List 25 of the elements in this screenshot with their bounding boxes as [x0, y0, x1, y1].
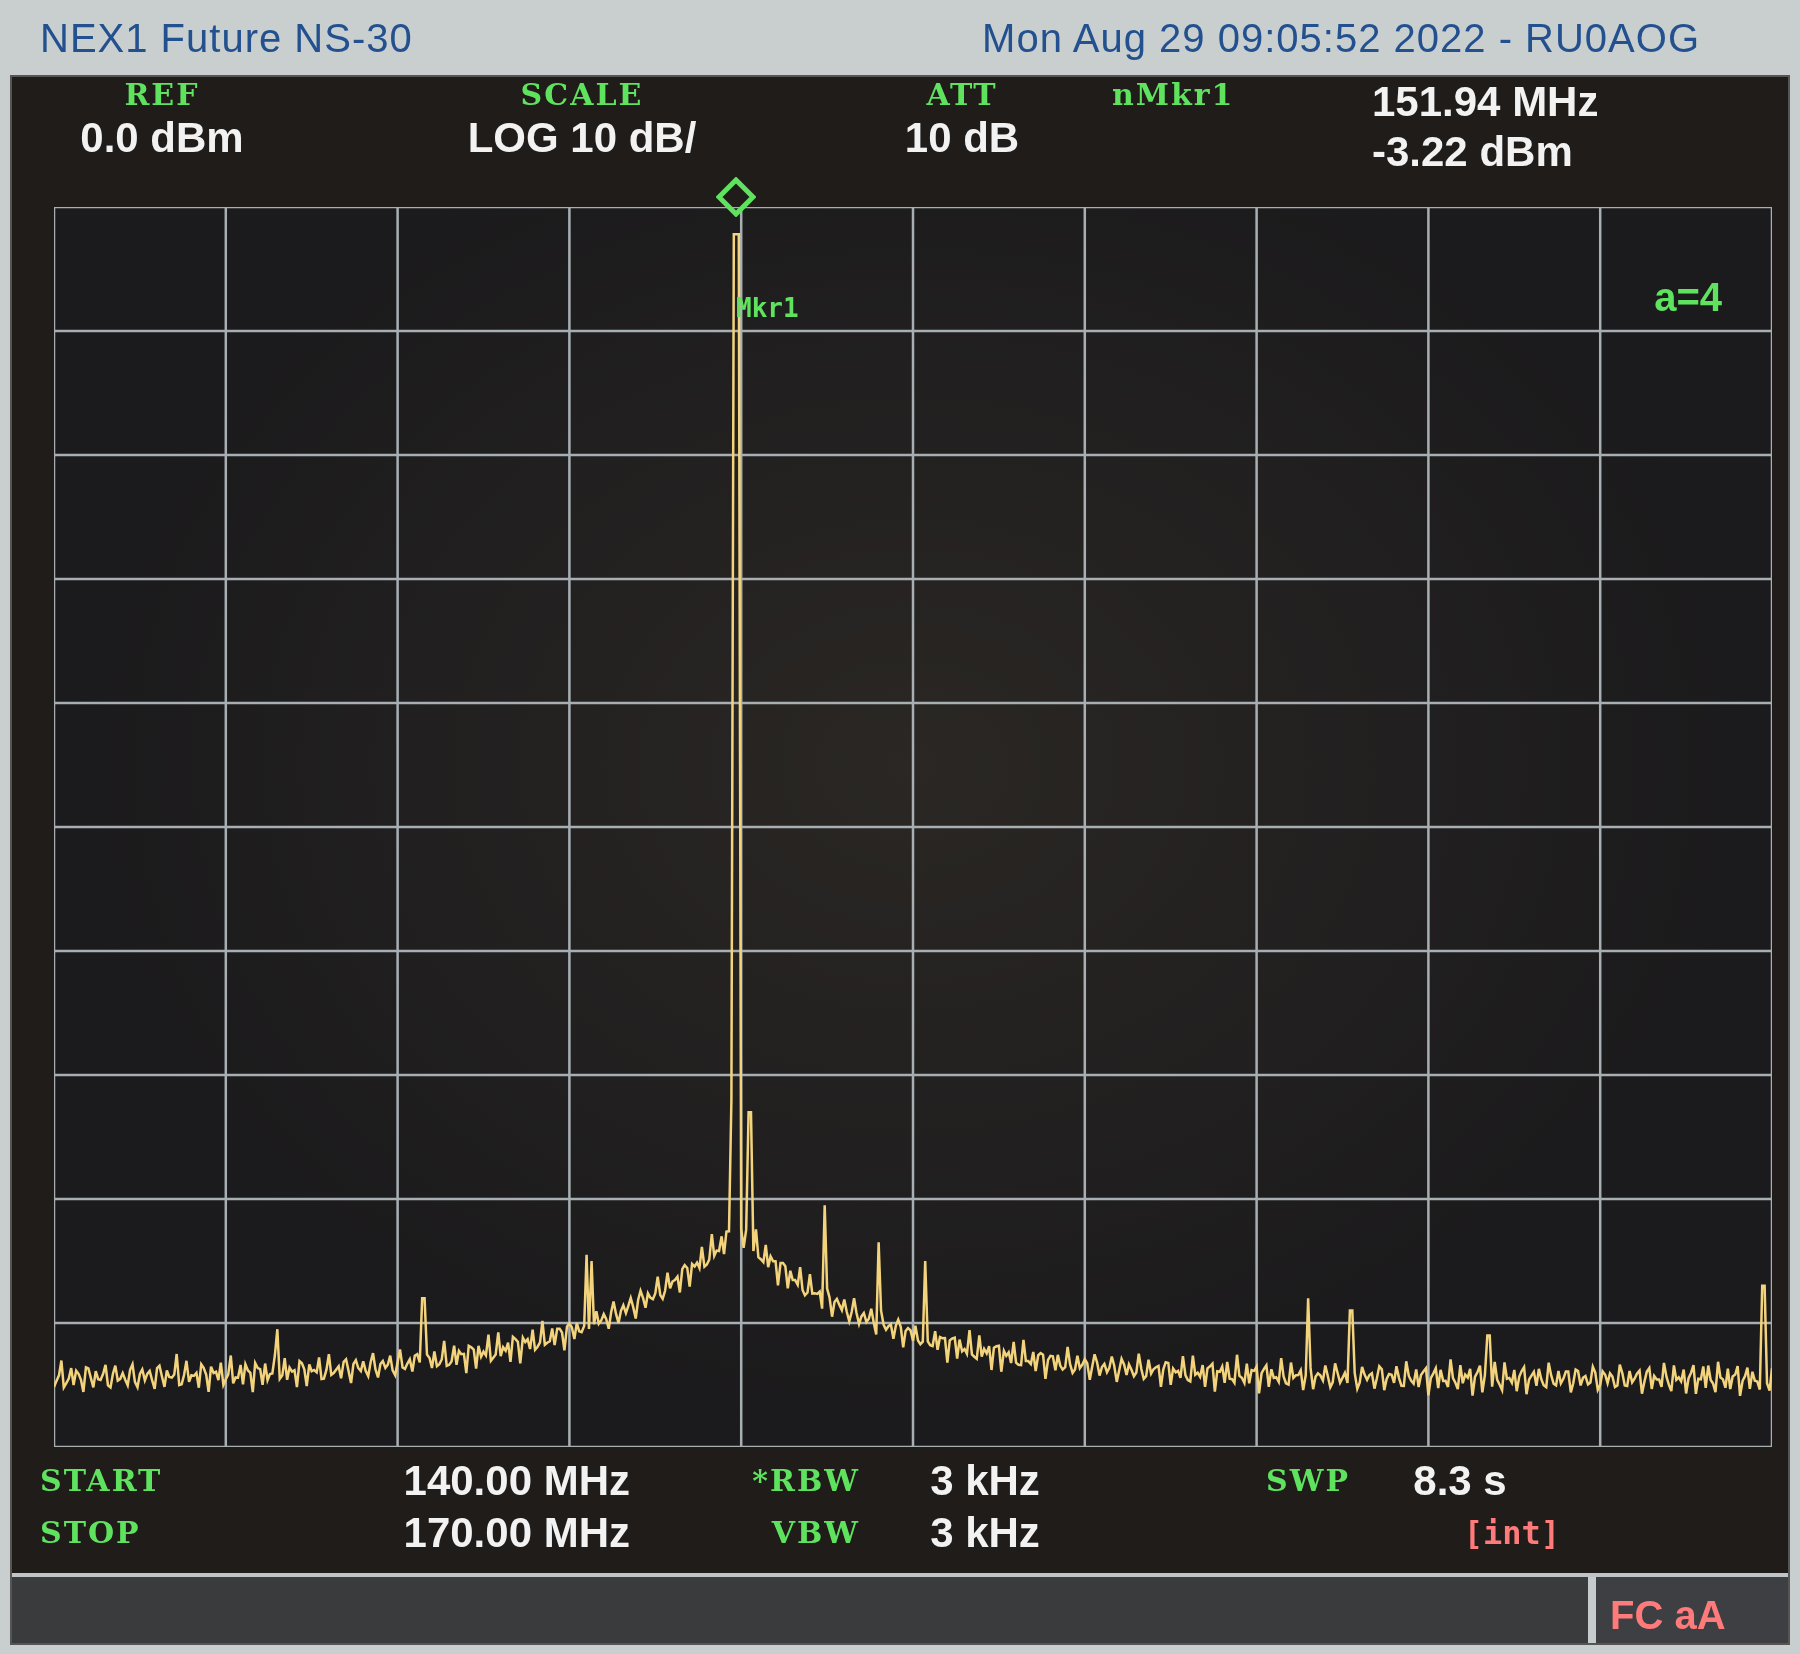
setting-label: REF — [124, 77, 200, 113]
setting-value: 8.3 s — [1412, 1455, 1508, 1506]
setting-value: 170.00 MHz — [402, 1507, 630, 1558]
setting-value: 140.00 MHz — [402, 1455, 630, 1506]
marker-frequency: 151.94 MHz — [1372, 77, 1599, 127]
setting-value: LOG 10 dB/ — [467, 113, 697, 163]
marker-amplitude: -3.22 dBm — [1372, 127, 1573, 178]
instrument-title: NEX1 Future NS-30 — [40, 14, 413, 62]
sweep-mode-note: [int] — [1462, 1513, 1560, 1554]
status-indicator: FC aA — [1588, 1577, 1788, 1643]
marker-diamond-icon — [716, 177, 757, 217]
setting-label: SWP — [1265, 1463, 1351, 1499]
setting-value: 0.0 dBm — [80, 113, 244, 163]
setting-label: *RBW — [751, 1463, 861, 1499]
setting-label: ATT — [926, 77, 998, 113]
setting-label: START — [40, 1463, 164, 1499]
setting-value: 10 dB — [904, 113, 1020, 163]
averaging-count: a=4 — [1654, 274, 1722, 321]
setting-value: 3 kHz — [929, 1507, 1041, 1558]
setting-value: 3 kHz — [929, 1455, 1041, 1506]
setting-label: SCALE — [520, 77, 644, 113]
setting-label: VBW — [770, 1515, 861, 1551]
date-time-text: Mon Aug 29 09:05:52 2022 - RU0AOG — [982, 14, 1700, 62]
setting-label: STOP — [40, 1515, 142, 1551]
marker-label: nMkr1 — [1112, 77, 1235, 113]
